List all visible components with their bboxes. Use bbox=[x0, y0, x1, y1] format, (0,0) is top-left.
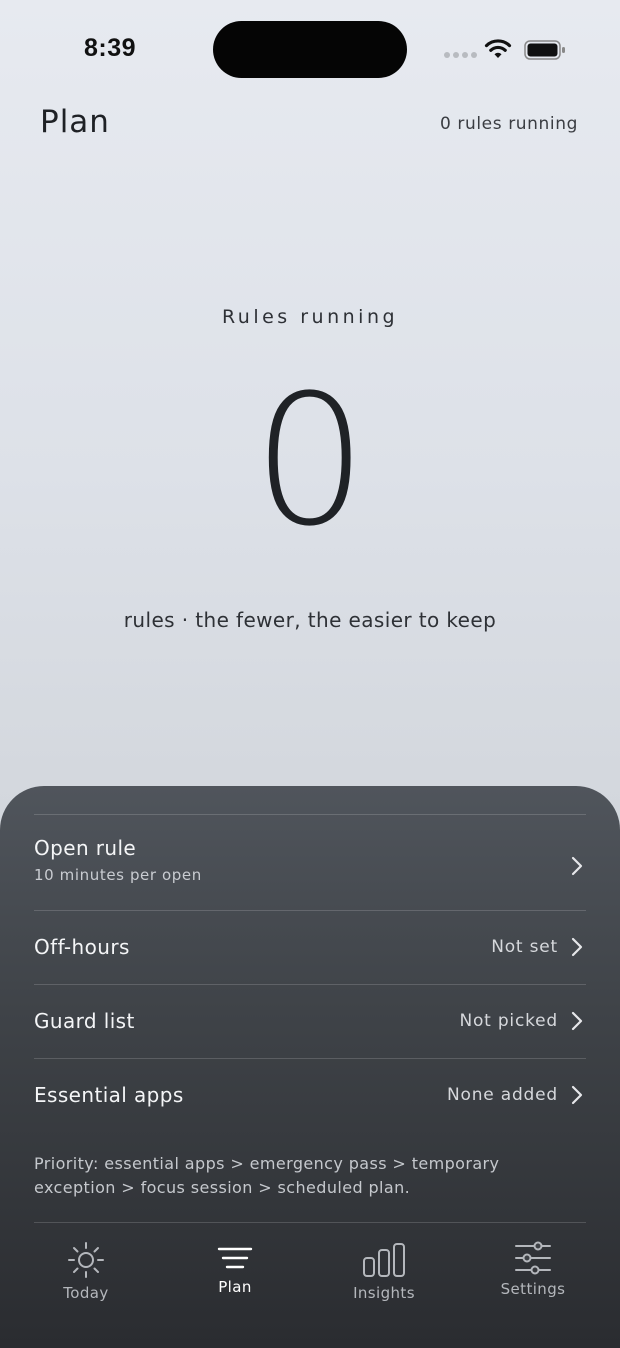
row-value: Not set bbox=[491, 937, 558, 957]
guard-list-row[interactable]: Guard list Not picked bbox=[34, 994, 586, 1048]
row-title: Open rule bbox=[34, 836, 137, 860]
priority-note: Priority: essential apps > emergency pas… bbox=[34, 1154, 500, 1197]
row-title: Guard list bbox=[34, 1009, 135, 1033]
hero-caption: rules · the fewer, the easier to keep bbox=[123, 608, 497, 632]
row-subtitle: 10 minutes per open bbox=[34, 866, 202, 884]
page-title: Plan bbox=[40, 104, 110, 140]
tab-label: Today bbox=[63, 1284, 109, 1302]
rules-running-summary: 0 rules running bbox=[439, 114, 578, 134]
tab-insights[interactable]: Insights bbox=[324, 1240, 444, 1302]
off-hours-row[interactable]: Off-hours Not set bbox=[34, 920, 586, 974]
tab-bar: Today Plan Insights Settings bbox=[0, 1226, 620, 1326]
row-value: Not picked bbox=[459, 1011, 558, 1031]
tab-settings[interactable]: Settings bbox=[473, 1240, 593, 1298]
row-value: None added bbox=[446, 1085, 558, 1105]
battery-icon bbox=[524, 40, 565, 60]
tab-today[interactable]: Today bbox=[26, 1240, 146, 1302]
row-title: Essential apps bbox=[34, 1083, 184, 1107]
lines-icon bbox=[217, 1247, 253, 1269]
tab-plan[interactable]: Plan bbox=[175, 1244, 295, 1296]
tab-label: Plan bbox=[218, 1278, 252, 1296]
wifi-icon bbox=[484, 39, 512, 58]
open-rule-row[interactable]: Open rule 10 minutes per open bbox=[34, 836, 586, 896]
status-bar: 8:39 bbox=[0, 0, 620, 100]
divider bbox=[34, 984, 586, 985]
dynamic-island bbox=[213, 21, 407, 78]
rules-sheet: Open rule 10 minutes per open Off-hours … bbox=[0, 786, 620, 1348]
sun-icon bbox=[68, 1242, 104, 1278]
chevron-right-icon bbox=[571, 937, 583, 957]
chevron-right-icon bbox=[571, 1011, 583, 1031]
row-title: Off-hours bbox=[34, 935, 130, 959]
chevron-right-icon bbox=[571, 1085, 583, 1105]
tab-label: Insights bbox=[353, 1284, 415, 1302]
rules-count: 0 bbox=[252, 357, 368, 566]
divider bbox=[34, 910, 586, 911]
divider bbox=[34, 814, 586, 815]
divider bbox=[34, 1222, 586, 1223]
divider bbox=[34, 1058, 586, 1059]
cellular-signal-icon bbox=[444, 52, 477, 58]
essential-apps-row[interactable]: Essential apps None added bbox=[34, 1068, 586, 1122]
sliders-icon bbox=[515, 1241, 551, 1275]
status-time: 8:39 bbox=[84, 34, 137, 62]
hero-label: Rules running bbox=[221, 306, 399, 328]
chevron-right-icon bbox=[571, 856, 583, 876]
bar-chart-icon bbox=[363, 1243, 405, 1277]
tab-label: Settings bbox=[500, 1280, 566, 1298]
